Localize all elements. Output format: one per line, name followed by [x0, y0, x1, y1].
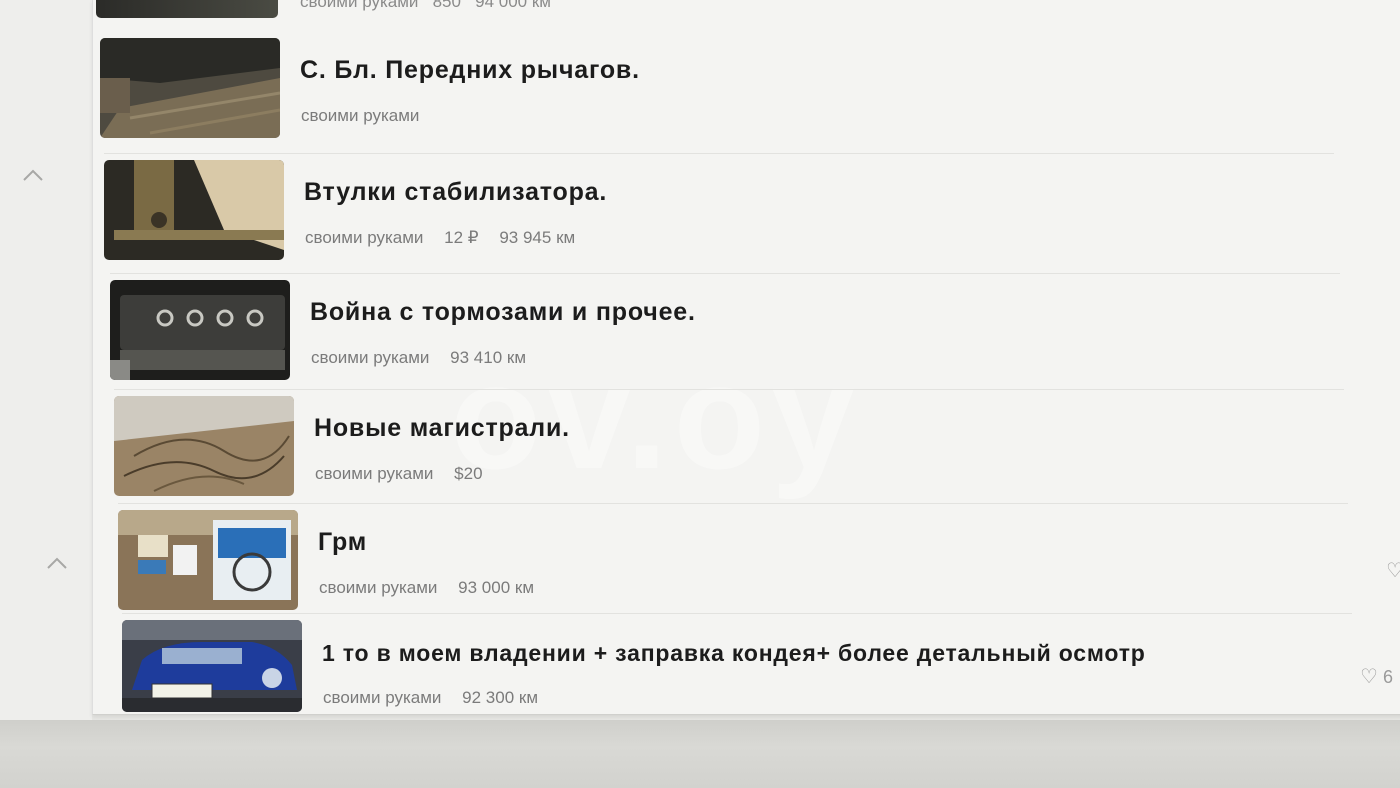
row-divider: [122, 613, 1352, 614]
list-item[interactable]: Втулки стабилизатора. своими руками 12 ₽…: [104, 153, 1334, 260]
entry-meta: своими руками 93 000 км: [319, 578, 550, 598]
list-item[interactable]: С. Бл. Передних рычагов. своими руками: [100, 38, 1330, 138]
entry-title[interactable]: Новые магистрали.: [314, 414, 570, 443]
entry-meta: своими руками 93 410 км: [311, 348, 542, 368]
meta-mileage: 94 000 км: [475, 0, 551, 11]
engine-head-photo-icon[interactable]: [110, 280, 290, 380]
meta-cost: $20: [454, 464, 483, 483]
meta-category: своими руками: [315, 464, 434, 483]
like-button[interactable]: ♡: [1386, 558, 1400, 583]
workshop-photo-icon[interactable]: [100, 38, 280, 138]
previous-entry-meta: своими руками 850 94 000 км: [300, 0, 551, 12]
entry-meta: своими руками 92 300 км: [323, 688, 554, 708]
meta-category: своими руками: [301, 106, 420, 125]
heart-icon: ♡: [1386, 560, 1400, 582]
row-divider: [114, 389, 1344, 390]
row-divider: [118, 503, 1348, 504]
like-button[interactable]: ♡ 6: [1360, 664, 1393, 689]
entry-title[interactable]: С. Бл. Передних рычагов.: [300, 56, 640, 85]
meta-category: своими руками: [323, 688, 442, 707]
left-gutter: [0, 0, 92, 720]
blue-car-photo-icon[interactable]: [122, 620, 302, 712]
previous-entry-thumbnail[interactable]: [96, 0, 278, 18]
list-item[interactable]: Новые магистрали. своими руками $20: [114, 389, 1344, 496]
entry-title[interactable]: Втулки стабилизатора.: [304, 178, 607, 207]
entry-title[interactable]: Грм: [318, 528, 367, 557]
row-divider: [104, 153, 1334, 154]
meta-mileage: 93 000 км: [458, 578, 535, 597]
brake-lines-photo-icon[interactable]: [114, 396, 294, 496]
meta-category: своими руками: [305, 228, 424, 247]
meta-category: своими руками: [300, 0, 419, 11]
list-item[interactable]: Война с тормозами и прочее. своими рукам…: [110, 273, 1340, 380]
suspension-photo-icon[interactable]: [104, 160, 284, 260]
row-divider: [110, 273, 1340, 274]
entry-title[interactable]: Война с тормозами и прочее.: [310, 298, 696, 327]
chevron-up-icon[interactable]: [46, 556, 68, 570]
chevron-up-icon[interactable]: [22, 168, 44, 182]
list-item[interactable]: 1 то в моем владении + заправка кондея+ …: [122, 613, 1393, 720]
entry-meta: своими руками: [301, 106, 435, 126]
like-count: 6: [1382, 667, 1393, 687]
entry-meta: своими руками 12 ₽ 93 945 км: [305, 228, 591, 248]
timing-parts-photo-icon[interactable]: [118, 510, 298, 610]
meta-cost: 850: [432, 0, 461, 11]
entry-meta: своими руками $20: [315, 464, 499, 484]
meta-mileage: 92 300 км: [462, 688, 539, 707]
meta-mileage: 93 410 км: [450, 348, 527, 367]
monitor-bezel: [0, 720, 1400, 788]
screen: своими руками 850 94 000 км ov.oy С. Бл.…: [0, 0, 1400, 720]
list-item[interactable]: Грм своими руками 93 000 км ♡: [118, 503, 1400, 610]
heart-icon: ♡: [1360, 666, 1378, 688]
meta-mileage: 93 945 км: [499, 228, 576, 247]
meta-category: своими руками: [311, 348, 430, 367]
meta-cost: 12 ₽: [444, 228, 479, 247]
meta-category: своими руками: [319, 578, 438, 597]
entry-title[interactable]: 1 то в моем владении + заправка кондея+ …: [322, 640, 1146, 667]
